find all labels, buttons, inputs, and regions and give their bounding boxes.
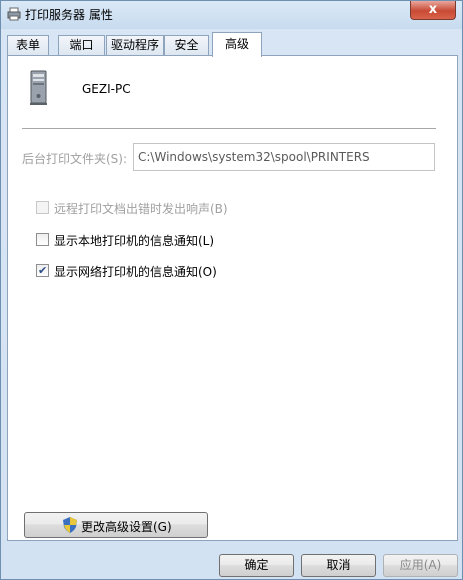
tab-forms[interactable]: 表单 (7, 35, 49, 55)
checkbox-label: 显示本地打印机的信息通知(L) (54, 234, 215, 248)
button-label: 应用(A) (399, 558, 442, 572)
tab-drivers[interactable]: 驱动程序 (106, 35, 164, 55)
uac-shield-icon (63, 517, 77, 533)
window-title: 打印服务器 属性 (25, 8, 113, 22)
spool-folder-value: C:\Windows\system32\spool\PRINTERS (138, 150, 370, 164)
tab-security[interactable]: 安全 (164, 35, 209, 55)
checkmark-icon: ✔ (38, 264, 48, 277)
apply-button[interactable]: 应用(A) (383, 554, 458, 577)
tab-label: 驱动程序 (110, 38, 159, 52)
advanced-button-label: 更改高级设置(G) (81, 520, 172, 534)
tab-label: 安全 (174, 38, 199, 52)
print-server-properties-window: 打印服务器 属性 x 表单 端口 驱动程序 安全 高级 GEZI-PC 后台打印… (0, 0, 463, 580)
title-bar[interactable]: 打印服务器 属性 x (1, 1, 462, 29)
tab-ports[interactable]: 端口 (58, 35, 105, 55)
close-button[interactable]: x (410, 1, 456, 20)
spool-folder-field[interactable]: C:\Windows\system32\spool\PRINTERS (133, 143, 435, 171)
button-label: 确定 (244, 558, 269, 572)
checkbox-label: 远程打印文档出错时发出响声(B) (54, 202, 228, 216)
tab-label: 端口 (69, 38, 94, 52)
spool-folder-label: 后台打印文件夹(S): (22, 152, 128, 166)
server-name: GEZI-PC (82, 82, 131, 96)
tab-advanced[interactable]: 高级 (212, 32, 262, 57)
change-advanced-settings-button[interactable]: 更改高级设置(G) (24, 512, 208, 538)
tab-label: 表单 (15, 38, 40, 52)
button-label: 取消 (326, 558, 351, 572)
remote-error-beep-checkbox[interactable] (36, 201, 49, 214)
divider (22, 128, 436, 129)
ok-button[interactable]: 确定 (219, 554, 294, 577)
printer-icon (7, 7, 21, 21)
checkbox-label: 显示网络打印机的信息通知(O) (54, 265, 217, 279)
close-icon: x (428, 2, 438, 17)
computer-tower-icon (28, 70, 50, 106)
cancel-button[interactable]: 取消 (301, 554, 376, 577)
tab-label: 高级 (224, 37, 249, 51)
local-printer-notify-checkbox[interactable] (36, 233, 49, 246)
network-printer-notify-checkbox[interactable]: ✔ (36, 264, 49, 277)
advanced-tab-panel: GEZI-PC 后台打印文件夹(S): C:\Windows\system32\… (7, 55, 458, 541)
